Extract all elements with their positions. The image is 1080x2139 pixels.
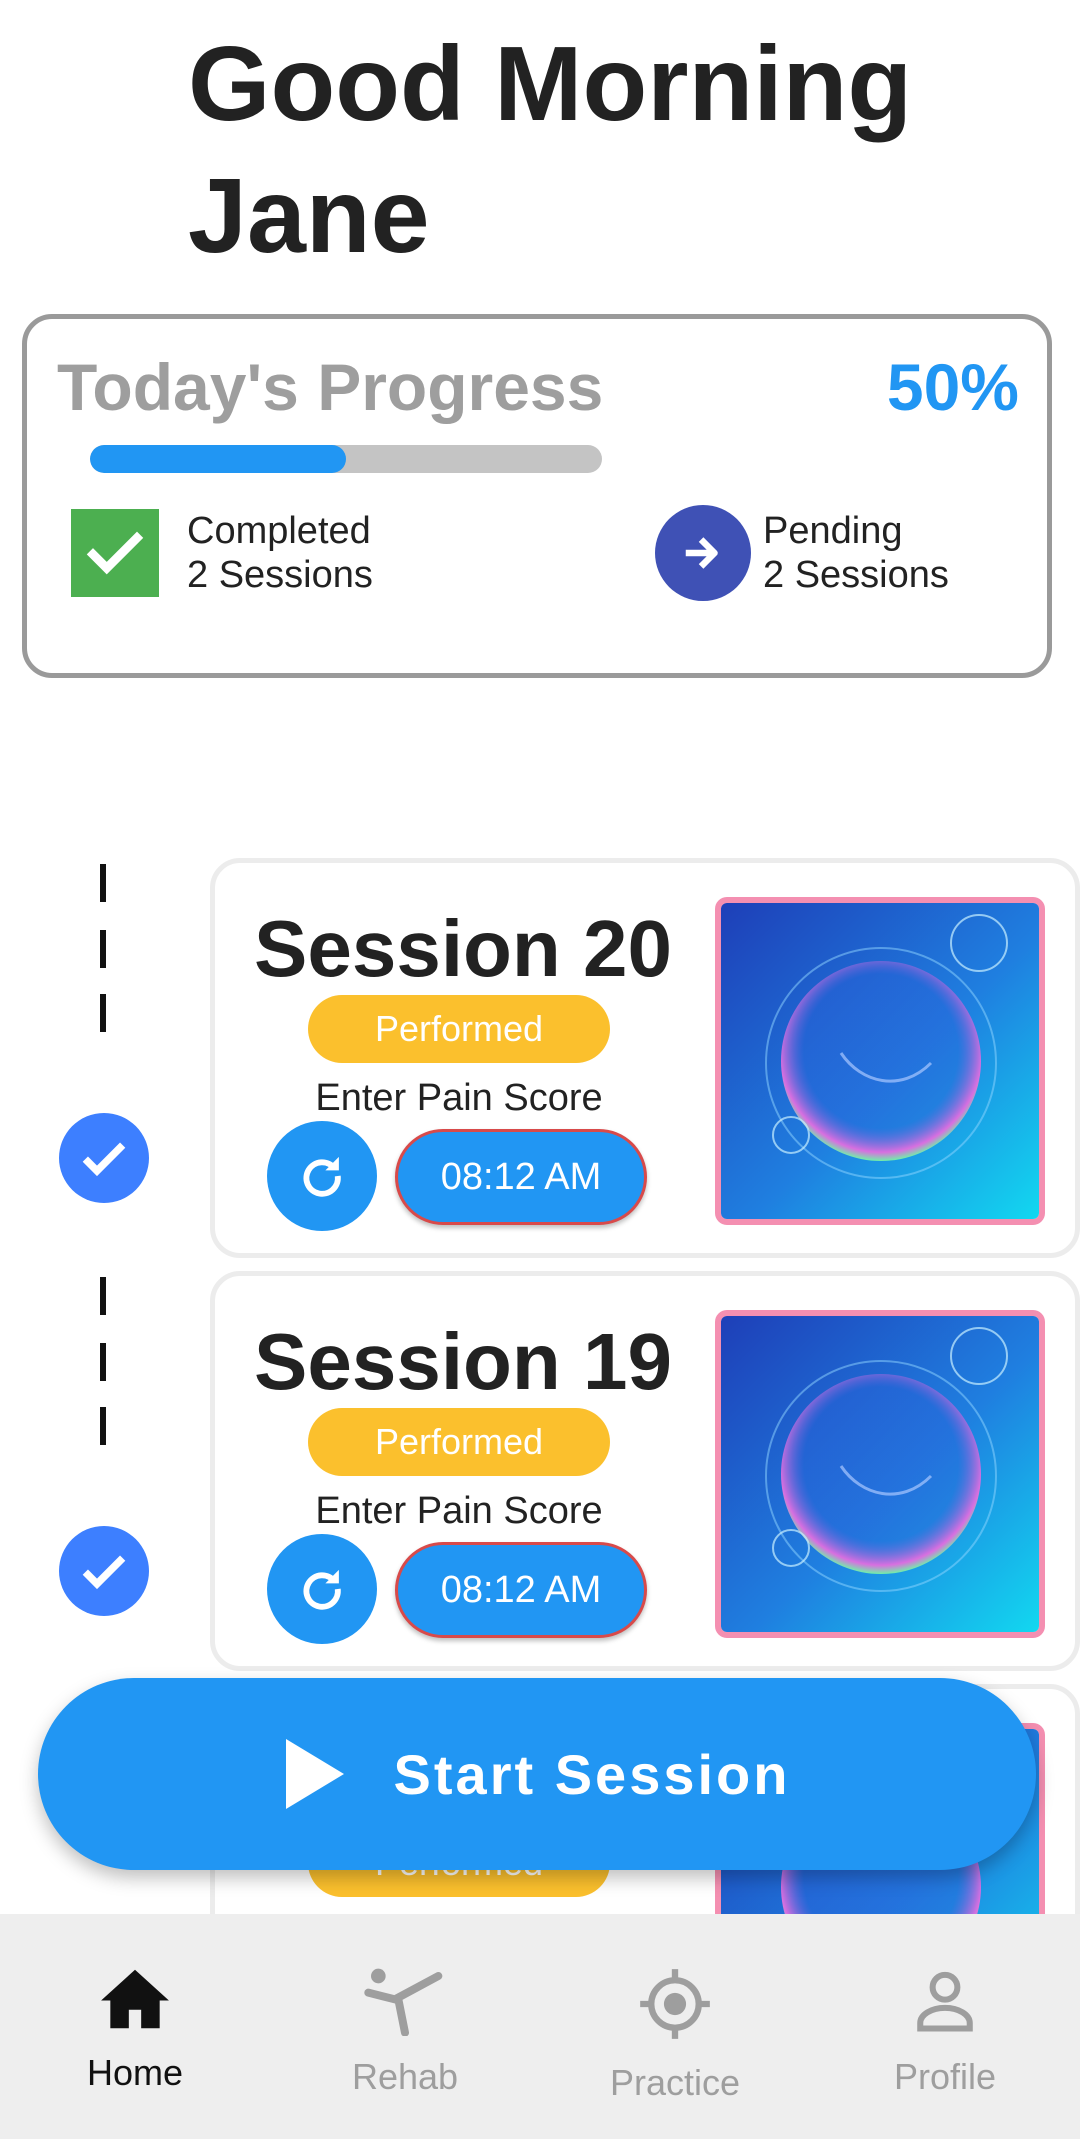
timeline-dash <box>100 994 106 1032</box>
person-icon <box>917 1971 973 2032</box>
session-thumbnail <box>715 897 1045 1225</box>
refresh-icon <box>303 1156 341 1197</box>
nav-label: Practice <box>609 2062 741 2103</box>
nav-home[interactable]: Home <box>0 1914 270 2139</box>
session-time-button[interactable]: 08:12 AM <box>395 1542 647 1638</box>
nav-label: Home <box>86 2052 184 2093</box>
progress-percent: 50% <box>886 350 1019 424</box>
session-time-button[interactable]: 08:12 AM <box>395 1129 647 1225</box>
session-card[interactable]: Session 20 Performed Enter Pain Score 08… <box>210 858 1080 1258</box>
timeline-dash <box>100 1343 106 1381</box>
completed-stat: Completed 2 Sessions <box>71 509 373 597</box>
session-thumbnail <box>715 1310 1045 1638</box>
timeline-dash <box>100 864 106 902</box>
nav-profile[interactable]: Profile <box>810 1914 1080 2139</box>
timeline-check-icon <box>59 1526 149 1616</box>
timeline-dash <box>100 1407 106 1445</box>
timeline-dash <box>100 1277 106 1315</box>
user-name: Jane <box>188 157 430 275</box>
pain-score-label: Enter Pain Score <box>315 1490 603 1532</box>
exercise-icon <box>364 1968 443 2036</box>
greeting: Good Morning Jane <box>188 18 1048 282</box>
nav-label: Profile <box>893 2056 997 2097</box>
pain-score-label: Enter Pain Score <box>315 1077 603 1119</box>
start-session-label: Start Session <box>393 1742 791 1806</box>
nav-label: Rehab <box>351 2056 459 2097</box>
home-icon <box>101 1969 169 2029</box>
session-card[interactable]: Session 19 Performed Enter Pain Score 08… <box>210 1271 1080 1671</box>
target-icon <box>640 1969 710 2039</box>
start-session-button[interactable]: Start Session <box>38 1678 1036 1870</box>
check-square-icon <box>71 509 159 597</box>
nav-rehab[interactable]: Rehab <box>270 1914 540 2139</box>
timeline-check-icon <box>59 1113 149 1203</box>
pending-count: 2 Sessions <box>763 554 949 596</box>
greeting-line: Good Morning <box>188 25 913 143</box>
progress-bar-fill <box>90 445 346 473</box>
session-title: Session 19 <box>253 1317 672 1406</box>
arrow-right-circle-icon <box>655 505 751 601</box>
session-title: Session 20 <box>253 904 672 993</box>
status-badge: Performed <box>308 1408 610 1476</box>
status-badge: Performed <box>308 995 610 1063</box>
todays-progress-card: Today's Progress 50% Completed 2 Session… <box>22 314 1052 678</box>
completed-count: 2 Sessions <box>187 554 373 596</box>
bottom-navigation: Home Rehab Practice Profile <box>0 1914 1080 2139</box>
pending-label: Pending <box>763 510 903 552</box>
refresh-icon <box>303 1569 341 1610</box>
progress-bar <box>90 445 602 473</box>
play-icon <box>285 1739 344 1809</box>
redo-session-button[interactable] <box>267 1121 377 1231</box>
pending-stat: Pending 2 Sessions <box>655 505 949 601</box>
nav-practice[interactable]: Practice <box>540 1914 810 2139</box>
progress-title: Today's Progress <box>57 350 604 424</box>
timeline-dash <box>100 930 106 968</box>
completed-label: Completed <box>187 510 371 552</box>
redo-session-button[interactable] <box>267 1534 377 1644</box>
